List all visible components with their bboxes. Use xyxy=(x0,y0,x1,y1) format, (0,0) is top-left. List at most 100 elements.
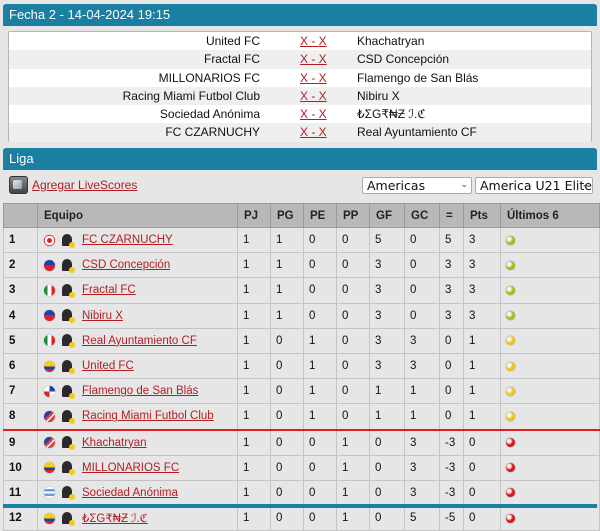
team-cell: ₺ΣG₹₦Ƶ ℐ.ℭ xyxy=(37,505,238,531)
stat-pg: 0 xyxy=(270,505,304,531)
stat-pg: 0 xyxy=(270,454,304,481)
team-link[interactable]: Racing Miami Futbol Club xyxy=(82,410,214,422)
league-select[interactable]: America U21 Elite ⌄ xyxy=(475,177,593,194)
manager-icon xyxy=(61,486,75,501)
team-link[interactable]: Real Ayuntamiento CF xyxy=(82,335,197,347)
stat-pj: 1 xyxy=(237,302,271,329)
standings-row: 11 Sociedad Anónima 1 0 0 1 0 3 -3 0 xyxy=(3,479,600,507)
team-cell: FC CZARNUCHY xyxy=(37,226,238,254)
result-dot-icon xyxy=(506,411,515,421)
home-team: Sociedad Anónima xyxy=(159,107,260,122)
stat-pj: 1 xyxy=(237,327,271,354)
stat-pe: 1 xyxy=(303,352,337,380)
team-link[interactable]: Fractal FC xyxy=(82,284,136,296)
manager-icon xyxy=(61,461,75,476)
stat-gc: 0 xyxy=(404,226,440,254)
team-link[interactable]: CSD Concepción xyxy=(82,259,170,271)
position: 3 xyxy=(3,277,38,304)
manager-icon xyxy=(61,233,75,248)
result-dot-icon xyxy=(506,235,515,245)
stat-pts: 3 xyxy=(463,252,501,279)
stat-gc: 5 xyxy=(404,505,440,531)
team-cell: MILLONARIOS FC xyxy=(37,454,238,481)
stat-diff: -3 xyxy=(439,454,464,481)
standings-row: 10 MILLONARIOS FC 1 0 0 1 0 3 -3 0 xyxy=(3,454,600,481)
stat-gf: 3 xyxy=(369,252,405,279)
score-link[interactable]: X - X xyxy=(300,105,327,123)
standings-row: 9 Khachatryan 1 0 0 1 0 3 -3 0 xyxy=(3,429,600,456)
team-link[interactable]: Khachatryan xyxy=(82,437,147,449)
team-link[interactable]: Sociedad Anónima xyxy=(82,487,178,499)
team-link[interactable]: FC CZARNUCHY xyxy=(82,234,173,246)
stat-diff: 3 xyxy=(439,252,464,279)
standings-row: 4 Nibiru X11003033 xyxy=(3,302,600,329)
tv-icon[interactable] xyxy=(9,176,28,194)
stat-pj: 1 xyxy=(237,277,271,304)
score-link[interactable]: X - X xyxy=(300,32,327,50)
position: 11 xyxy=(3,479,38,507)
last-six-cell xyxy=(500,352,600,380)
fixture-row: Fractal FC X - X CSD Concepción xyxy=(9,50,591,69)
last-six-cell xyxy=(500,327,600,354)
stat-diff: 3 xyxy=(439,277,464,304)
team-cell: Nibiru X xyxy=(37,302,238,329)
round-header: Fecha 2 - 14-04-2024 19:15 xyxy=(3,4,597,26)
last-six-cell xyxy=(500,302,600,329)
stat-diff: 0 xyxy=(439,352,464,380)
stat-gf: 1 xyxy=(369,378,405,405)
stat-gf: 3 xyxy=(369,352,405,380)
stat-pts: 3 xyxy=(463,302,501,329)
country-flag-icon xyxy=(44,437,55,449)
last-six-cell xyxy=(500,479,600,507)
last-six-cell xyxy=(500,252,600,279)
stat-pe: 0 xyxy=(303,505,337,531)
team-cell: United FC xyxy=(37,352,238,380)
stat-pj: 1 xyxy=(237,226,271,254)
team-link[interactable]: MILLONARIOS FC xyxy=(82,462,179,474)
position: 4 xyxy=(3,302,38,329)
stat-pe: 0 xyxy=(303,277,337,304)
region-select[interactable]: Americas ⌄ xyxy=(362,177,472,194)
stat-diff: 3 xyxy=(439,302,464,329)
team-link[interactable]: ₺ΣG₹₦Ƶ ℐ.ℭ xyxy=(82,513,148,525)
stat-gc: 0 xyxy=(404,302,440,329)
score-link[interactable]: X - X xyxy=(300,87,327,105)
league-title: Liga xyxy=(9,151,34,166)
stat-pp: 0 xyxy=(336,327,370,354)
team-link[interactable]: Flamengo de San Blás xyxy=(82,385,198,397)
score-link[interactable]: X - X xyxy=(300,123,327,141)
standings-row: 6 United FC 1 0 1 0 3 3 0 1 xyxy=(3,352,600,380)
stat-diff: -3 xyxy=(439,479,464,507)
manager-icon xyxy=(61,309,75,324)
away-team: Flamengo de San Blás xyxy=(357,70,479,85)
team-cell: Flamengo de San Blás xyxy=(37,378,238,405)
away-team: Real Ayuntamiento CF xyxy=(357,125,477,140)
stat-pp: 0 xyxy=(336,352,370,380)
team-link[interactable]: United FC xyxy=(82,360,134,372)
column-header: PJ xyxy=(237,203,271,228)
manager-icon xyxy=(61,359,75,374)
stat-pts: 3 xyxy=(463,277,501,304)
country-flag-icon xyxy=(44,335,55,347)
stat-pts: 1 xyxy=(463,403,501,431)
score-link[interactable]: X - X xyxy=(300,50,327,68)
stat-pg: 0 xyxy=(270,403,304,431)
stat-gc: 3 xyxy=(404,479,440,507)
column-header: GC xyxy=(404,203,440,228)
team-link[interactable]: Nibiru X xyxy=(82,310,123,322)
country-flag-icon xyxy=(44,410,55,422)
stat-pe: 0 xyxy=(303,302,337,329)
fixtures-list: United FC X - X Khachatryan Fractal FC X - X… xyxy=(8,31,592,142)
add-livescores-link[interactable]: Agregar LiveScores xyxy=(32,178,137,192)
country-flag-icon xyxy=(44,487,55,499)
stat-gf: 1 xyxy=(369,403,405,431)
stat-pg: 0 xyxy=(270,429,304,456)
score-link[interactable]: X - X xyxy=(300,69,327,87)
stat-pp: 1 xyxy=(336,505,370,531)
stat-pts: 1 xyxy=(463,352,501,380)
stat-pg: 0 xyxy=(270,327,304,354)
country-flag-icon xyxy=(44,512,55,524)
stat-pts: 3 xyxy=(463,226,501,254)
standings-header-row: Equipo PJ PG PE PP GF GC = Pts Últimos 6 xyxy=(3,203,600,228)
position: 7 xyxy=(3,378,38,405)
